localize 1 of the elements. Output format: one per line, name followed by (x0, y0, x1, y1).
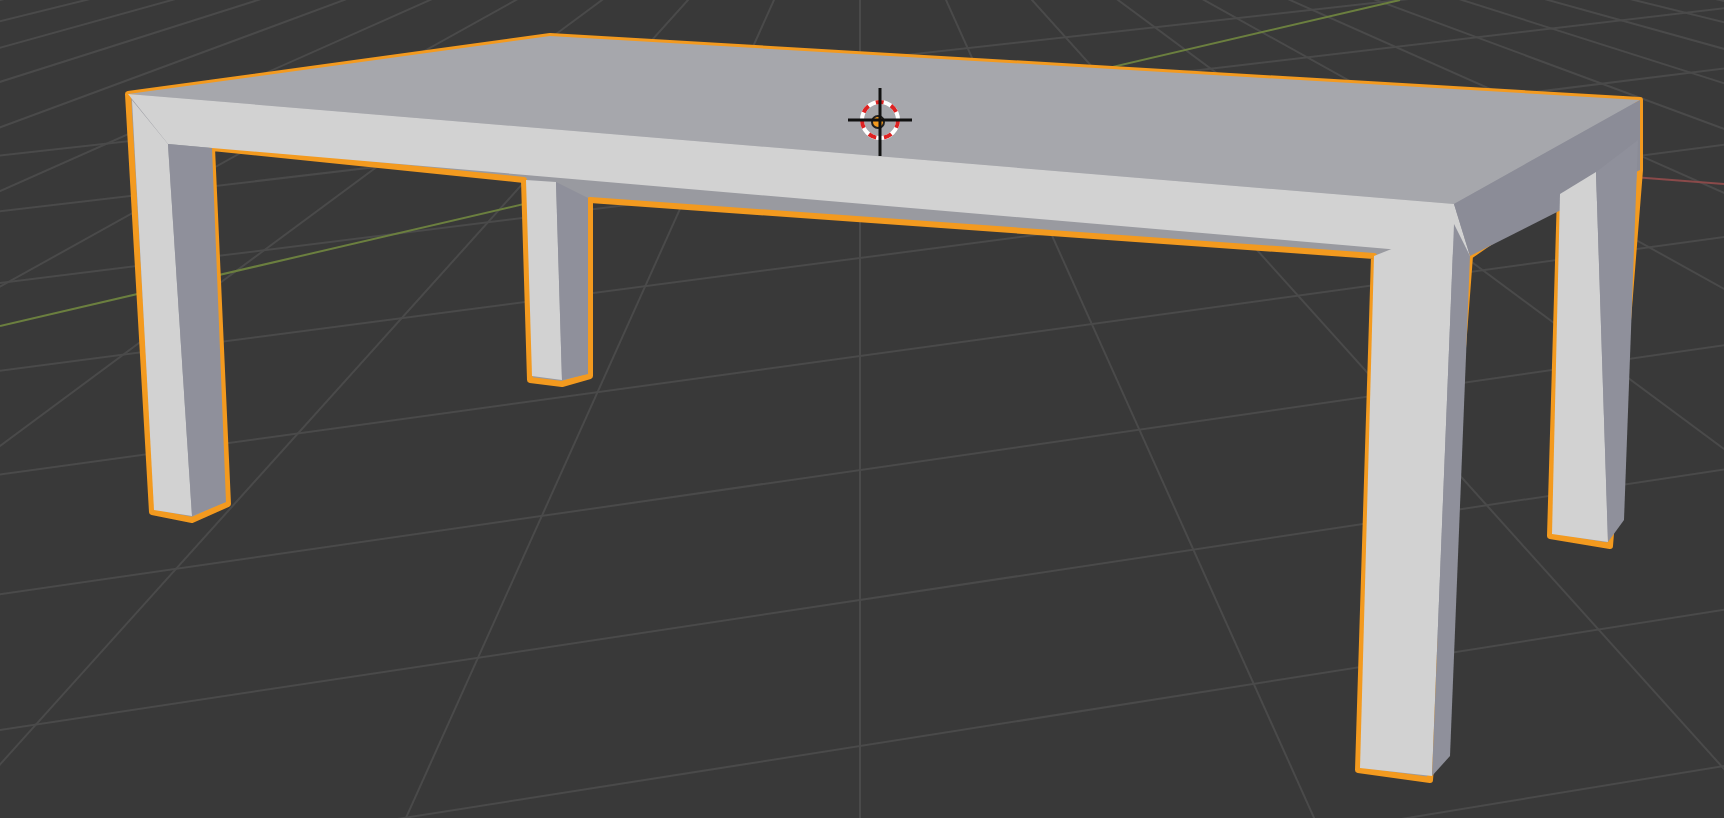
crosshair-icon (848, 88, 912, 156)
